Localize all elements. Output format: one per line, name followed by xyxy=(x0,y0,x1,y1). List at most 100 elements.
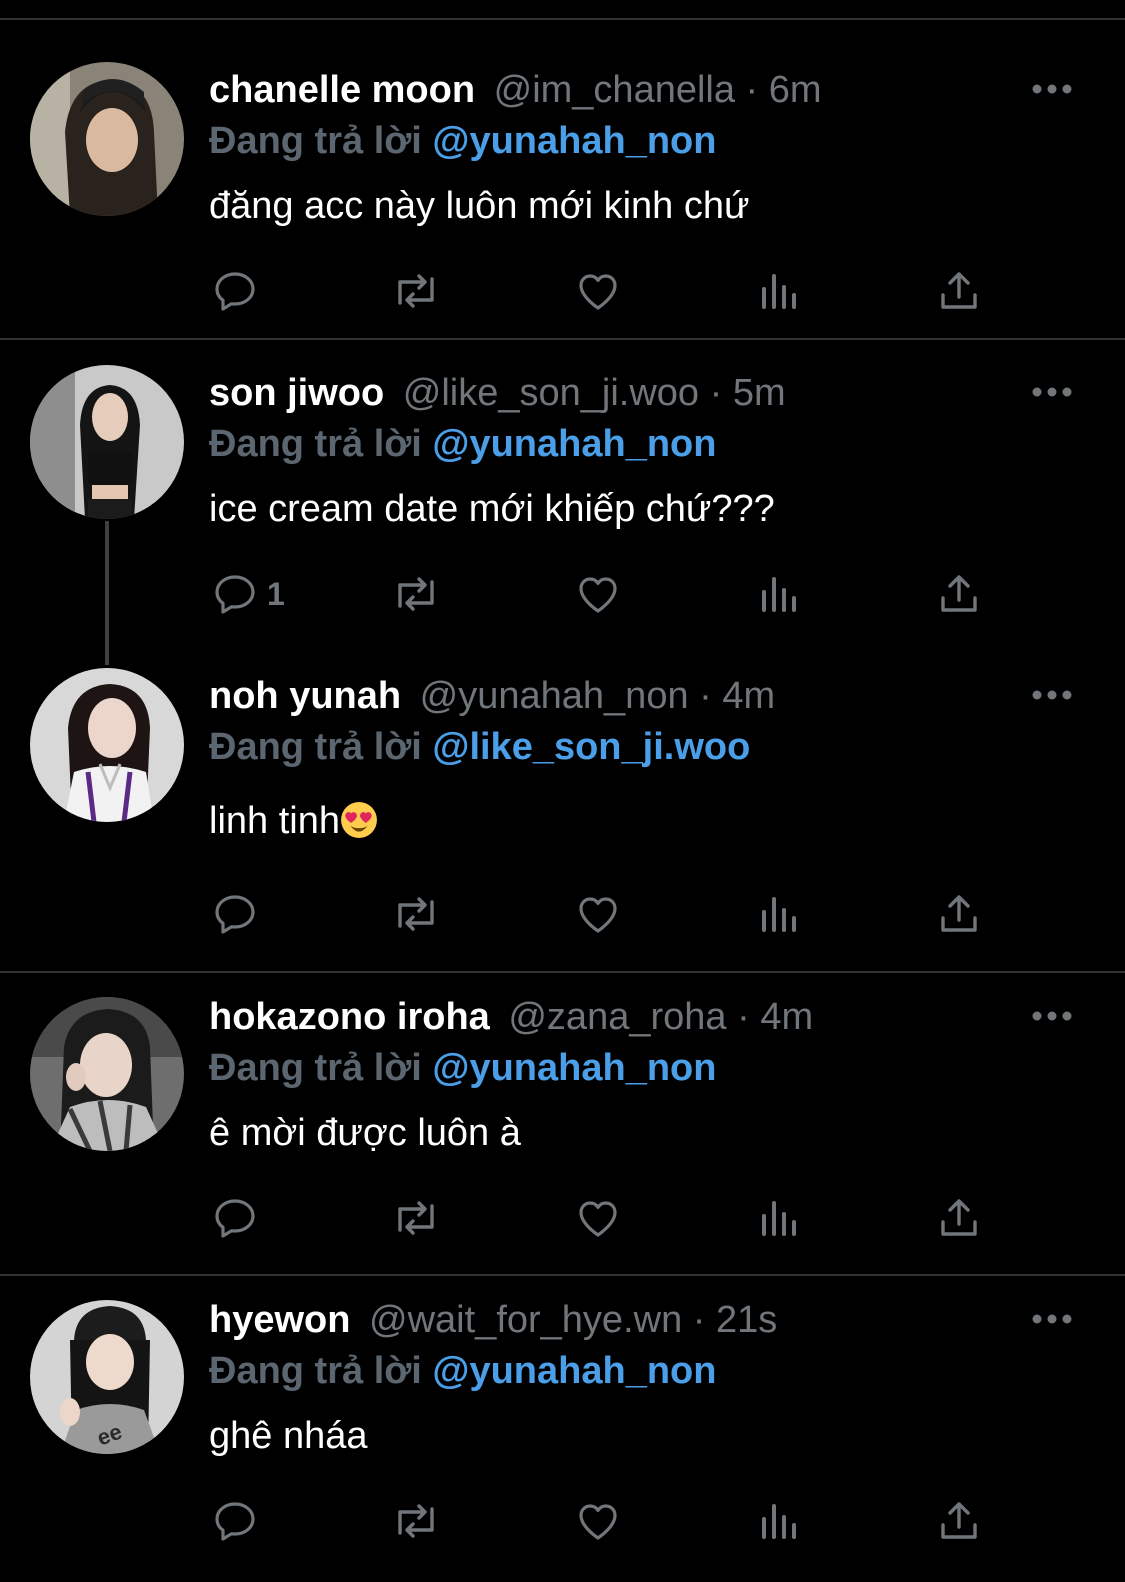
analytics-icon xyxy=(762,897,796,932)
timestamp[interactable]: 4m xyxy=(722,675,775,717)
display-name[interactable]: hokazono iroha xyxy=(209,996,490,1038)
mention-link[interactable]: @yunahah_non xyxy=(432,120,716,162)
reply-tweet[interactable]: chanelle moon @im_chanella · 6m Đang trả… xyxy=(0,0,1125,340)
views-button[interactable] xyxy=(755,1491,803,1551)
reply-button[interactable]: 1 xyxy=(211,564,285,624)
views-button[interactable] xyxy=(755,1188,803,1248)
share-button[interactable] xyxy=(935,1491,983,1551)
reply-icon xyxy=(215,272,255,311)
reply-button[interactable] xyxy=(211,1188,267,1248)
display-name[interactable]: son jiwoo xyxy=(209,372,384,414)
separator-dot: · xyxy=(737,996,750,1038)
retweet-button[interactable] xyxy=(388,884,444,944)
analytics-icon xyxy=(762,1201,796,1236)
retweet-button[interactable] xyxy=(388,1491,444,1551)
mention-link[interactable]: @yunahah_non xyxy=(432,423,716,465)
tweet-header: hokazono iroha @zana_roha · 4m xyxy=(209,995,813,1039)
timestamp[interactable]: 6m xyxy=(769,69,822,111)
reply-tweet[interactable]: ee hyewon @wait_for_hye.wn · 21s Đang tr… xyxy=(0,1276,1125,1582)
tweet-header: chanelle moon @im_chanella · 6m xyxy=(209,68,822,112)
retweet-button[interactable] xyxy=(388,564,444,624)
tweet-header: son jiwoo @like_son_ji.woo · 5m xyxy=(209,371,786,415)
like-button[interactable] xyxy=(574,261,622,321)
user-handle[interactable]: @yunahah_non xyxy=(420,675,689,717)
more-horizontal-icon[interactable] xyxy=(1030,79,1074,99)
like-button[interactable] xyxy=(574,1491,622,1551)
heart-icon xyxy=(579,577,617,613)
reply-tweet[interactable]: hokazono iroha @zana_roha · 4m Đang trả … xyxy=(0,973,1125,1276)
retweet-icon xyxy=(398,1201,434,1235)
avatar[interactable] xyxy=(30,62,184,216)
mention-link[interactable]: @yunahah_non xyxy=(432,1047,716,1089)
mention-link[interactable]: @yunahah_non xyxy=(432,1350,716,1392)
separator-dot: · xyxy=(709,372,723,414)
reply-button[interactable] xyxy=(211,1491,267,1551)
views-button[interactable] xyxy=(755,261,803,321)
display-name[interactable]: chanelle moon xyxy=(209,69,475,111)
separator-dot: · xyxy=(745,69,759,111)
tweet-header: hyewon @wait_for_hye.wn · 21s xyxy=(209,1298,777,1342)
reply-icon xyxy=(215,1502,255,1541)
retweet-icon xyxy=(398,577,434,611)
share-icon xyxy=(941,895,977,932)
tweet-text: linh tinh xyxy=(209,798,378,844)
retweet-icon xyxy=(398,897,434,931)
reply-button[interactable] xyxy=(211,261,267,321)
replying-to-label: Đang trả lời xyxy=(209,726,422,768)
share-icon xyxy=(941,1502,977,1539)
share-button[interactable] xyxy=(935,564,983,624)
more-horizontal-icon[interactable] xyxy=(1030,1006,1074,1026)
user-handle[interactable]: @zana_roha xyxy=(508,996,726,1038)
user-handle[interactable]: @im_chanella xyxy=(494,69,735,111)
avatar[interactable] xyxy=(30,997,184,1151)
action-bar xyxy=(0,1491,1125,1551)
views-button[interactable] xyxy=(755,884,803,944)
like-button[interactable] xyxy=(574,564,622,624)
share-icon xyxy=(941,1199,977,1236)
views-button[interactable] xyxy=(755,564,803,624)
more-horizontal-icon[interactable] xyxy=(1030,1309,1074,1329)
avatar[interactable] xyxy=(30,668,184,822)
heart-icon xyxy=(579,897,617,933)
heart-eyes-emoji xyxy=(341,802,377,838)
share-button[interactable] xyxy=(935,1188,983,1248)
tweet-text: ghê nháa xyxy=(209,1415,368,1457)
retweet-button[interactable] xyxy=(388,1188,444,1248)
avatar[interactable] xyxy=(30,365,184,519)
replying-to-label: Đang trả lời xyxy=(209,423,422,465)
tweet-text: ice cream date mới khiếp chứ??? xyxy=(209,488,775,530)
reply-icon xyxy=(215,895,255,934)
share-button[interactable] xyxy=(935,261,983,321)
heart-icon xyxy=(579,1504,617,1540)
reply-button[interactable] xyxy=(211,884,267,944)
like-button[interactable] xyxy=(574,884,622,944)
retweet-button[interactable] xyxy=(388,261,444,321)
timestamp[interactable]: 21s xyxy=(716,1299,777,1341)
analytics-icon xyxy=(762,274,796,309)
like-button[interactable] xyxy=(574,1188,622,1248)
timestamp[interactable]: 5m xyxy=(733,372,786,414)
display-name[interactable]: noh yunah xyxy=(209,675,401,717)
reply-icon xyxy=(215,575,255,614)
more-horizontal-icon[interactable] xyxy=(1030,382,1074,402)
avatar[interactable]: ee xyxy=(30,1300,184,1454)
mention-link[interactable]: @like_son_ji.woo xyxy=(432,726,750,768)
retweet-icon xyxy=(398,1504,434,1538)
tweet-text: đăng acc này luôn mới kinh chứ xyxy=(209,185,750,227)
tweet-header: noh yunah @yunahah_non · 4m xyxy=(209,674,775,718)
more-horizontal-icon[interactable] xyxy=(1030,685,1074,705)
replying-to: Đang trả lời @yunahah_non xyxy=(209,1349,716,1393)
display-name[interactable]: hyewon xyxy=(209,1299,350,1341)
action-bar xyxy=(0,1188,1125,1248)
user-handle[interactable]: @like_son_ji.woo xyxy=(403,372,699,414)
reply-tweet[interactable]: son jiwoo @like_son_ji.woo · 5m Đang trả… xyxy=(0,340,1125,665)
replying-to: Đang trả lời @like_son_ji.woo xyxy=(209,725,750,769)
user-handle[interactable]: @wait_for_hye.wn xyxy=(369,1299,682,1341)
timestamp[interactable]: 4m xyxy=(760,996,813,1038)
separator-dot: · xyxy=(692,1299,706,1341)
reply-icon xyxy=(215,1199,255,1238)
share-button[interactable] xyxy=(935,884,983,944)
replying-to: Đang trả lời @yunahah_non xyxy=(209,119,716,163)
share-icon xyxy=(941,272,977,309)
reply-tweet[interactable]: noh yunah @yunahah_non · 4m Đang trả lời… xyxy=(0,643,1125,973)
